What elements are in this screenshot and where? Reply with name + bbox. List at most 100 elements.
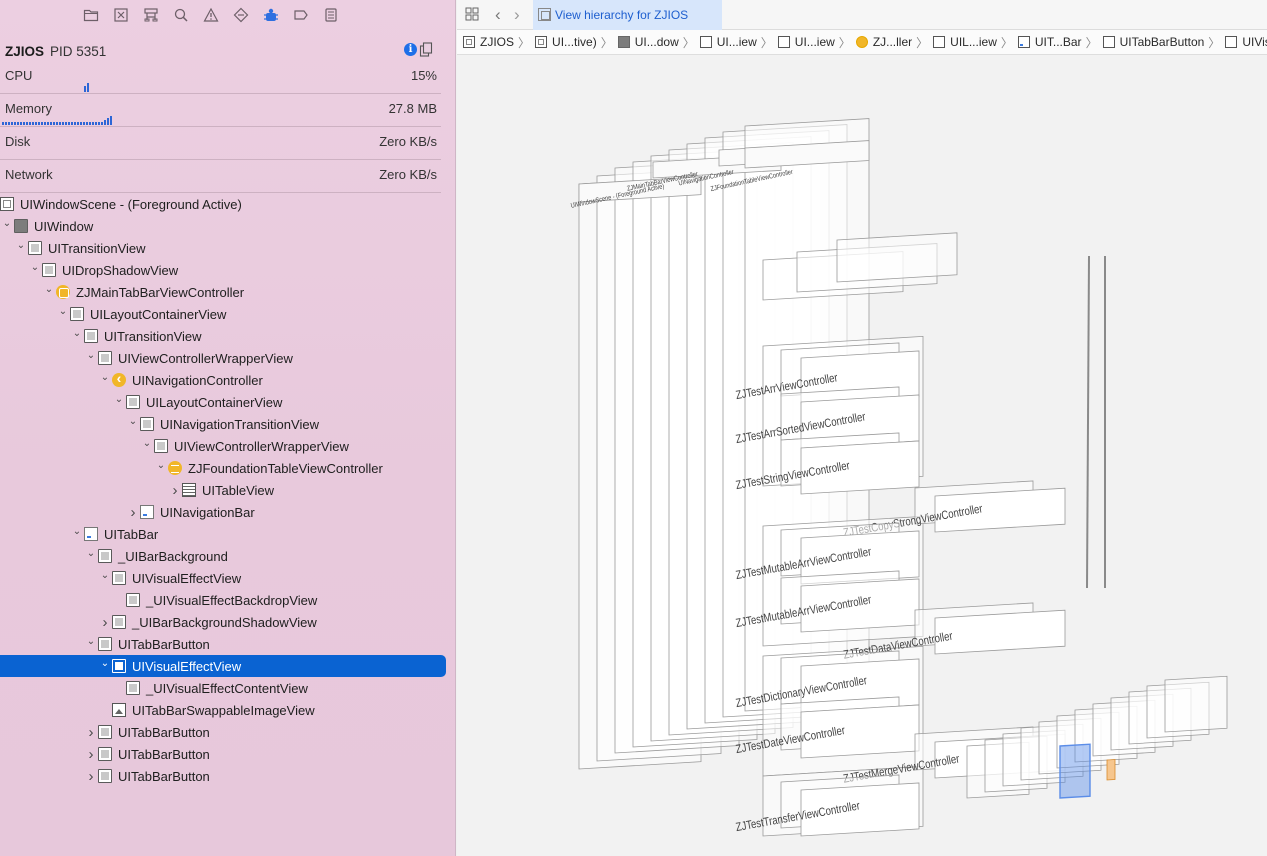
grid-icon[interactable] (465, 7, 479, 21)
tree-row[interactable]: ⌄ UINavigationController (0, 369, 446, 391)
report-icon[interactable] (316, 0, 346, 30)
tree-row[interactable]: ⌄ UINavigationTransitionView (0, 413, 446, 435)
disk-gauge[interactable]: Disk Zero KB/s (0, 127, 441, 160)
breadcrumb-item[interactable]: UI...dow (617, 35, 679, 49)
view-layer[interactable] (836, 232, 958, 283)
selected-visual-effect-view[interactable] (1059, 743, 1091, 799)
issue-icon[interactable] (196, 0, 226, 30)
chevron-down-icon[interactable]: ⌄ (42, 282, 56, 296)
symbol-icon[interactable] (136, 0, 166, 30)
info-icon[interactable]: i (404, 43, 417, 56)
tree-row[interactable]: ⌄ _UIBarBackground (0, 545, 446, 567)
tree-row[interactable]: › UITableView (0, 479, 446, 501)
source-control-icon[interactable] (106, 0, 136, 30)
chevron-right-icon[interactable]: › (84, 724, 98, 741)
chevron-down-icon[interactable]: ⌄ (70, 326, 84, 340)
breadcrumb-item[interactable]: UIVisualEffectV (1225, 35, 1267, 49)
chevron-down-icon[interactable]: ⌄ (98, 656, 112, 670)
chevron-right-icon[interactable]: › (98, 614, 112, 631)
chevron-right-icon[interactable]: › (126, 504, 140, 521)
table-cell[interactable] (934, 609, 1066, 655)
chevron-right-icon[interactable]: › (84, 768, 98, 785)
chevron-down-icon[interactable]: ⌄ (28, 260, 42, 274)
tree-row[interactable]: ⌄ UIViewControllerWrapperView (0, 347, 446, 369)
tree-row[interactable]: ⌄ UIViewControllerWrapperView (0, 435, 446, 457)
tree-row[interactable]: ⌄ ZJFoundationTableViewController (0, 457, 446, 479)
tab-view-hierarchy[interactable]: View hierarchy for ZJIOS (533, 0, 722, 30)
tab-icon-layer[interactable] (1106, 759, 1116, 781)
breadcrumb-separator: 〉 (760, 35, 773, 50)
breadcrumb-item[interactable]: UIT...Bar (1017, 35, 1082, 49)
chevron-down-icon[interactable]: ⌄ (154, 458, 168, 472)
process-header[interactable]: ZJIOS PID 5351 i (5, 42, 441, 60)
tree-row[interactable]: ⌄ UIWindow (0, 215, 446, 237)
chevron-down-icon[interactable]: ⌄ (84, 634, 98, 648)
tree-row[interactable]: › _UIBarBackgroundShadowView (0, 611, 446, 633)
tree-row[interactable]: › UITabBarButton (0, 743, 446, 765)
folder-icon[interactable] (76, 0, 106, 30)
chevron-down-icon[interactable]: ⌄ (14, 238, 28, 252)
view-debugger-canvas[interactable]: UIWindowScene - (Foreground Active) ZJMai… (457, 56, 1267, 856)
breadcrumb-item[interactable]: ZJ...ller (855, 35, 912, 49)
breadcrumb-item[interactable]: ZJIOS (463, 35, 514, 49)
memory-sparkline (2, 115, 112, 125)
export-icon[interactable] (419, 42, 433, 57)
tree-row-label: UIWindowScene - (Foreground Active) (20, 196, 242, 212)
chevron-down-icon[interactable]: ⌄ (70, 524, 84, 538)
chevron-down-icon[interactable]: ⌄ (84, 546, 98, 560)
editor-tab-bar: ‹ › View hierarchy for ZJIOS (457, 0, 1267, 30)
tree-row[interactable]: _UIVisualEffectBackdropView (0, 589, 446, 611)
tree-row[interactable]: UITabBarSwappableImageView (0, 699, 446, 721)
tree-row[interactable]: ⌄ UITabBarButton (0, 633, 446, 655)
chevron-down-icon[interactable]: ⌄ (98, 370, 112, 384)
tree-row[interactable]: _UIVisualEffectContentView (0, 677, 446, 699)
chevron-right-icon[interactable]: › (84, 746, 98, 763)
breadcrumb-item[interactable]: UI...tive) (535, 35, 597, 49)
tree-row[interactable]: ⌄ UILayoutContainerView (0, 303, 446, 325)
chevron-down-icon[interactable]: ⌄ (98, 568, 112, 582)
tree-row[interactable]: ⌄ UIDropShadowView (0, 259, 446, 281)
chevron-down-icon[interactable]: ⌄ (112, 392, 126, 406)
chevron-down-icon[interactable]: ⌄ (140, 436, 154, 450)
tree-row[interactable]: ⌄ UITabBar (0, 523, 446, 545)
tree-row[interactable]: › UINavigationBar (0, 501, 446, 523)
network-gauge[interactable]: Network Zero KB/s (0, 160, 441, 193)
tree-row[interactable]: › UITabBarButton (0, 765, 446, 787)
find-icon[interactable] (166, 0, 196, 30)
debug-icon[interactable] (256, 0, 286, 30)
breakpoint-icon[interactable] (286, 0, 316, 30)
chevron-down-icon[interactable]: ⌄ (56, 304, 70, 318)
tree-row[interactable]: ⌄ UIVisualEffectView (0, 567, 446, 589)
exploded-3d-view[interactable]: UIWindowScene - (Foreground Active)ZJMai… (457, 56, 1267, 856)
cpu-gauge[interactable]: CPU 15% (0, 61, 441, 94)
chevron-down-icon[interactable]: ⌄ (0, 216, 14, 230)
test-icon[interactable] (226, 0, 256, 30)
tree-row[interactable]: ⌄ UILayoutContainerView (0, 391, 446, 413)
tree-row[interactable]: ⌄ ZJMainTabBarViewController (0, 281, 446, 303)
chevron-down-icon[interactable]: ⌄ (126, 414, 140, 428)
view-icon (1102, 36, 1115, 48)
breadcrumb-item[interactable]: UI...iew (777, 35, 835, 49)
view-icon (154, 439, 168, 453)
breadcrumb-item[interactable]: UI...iew (699, 35, 757, 49)
breadcrumb-item[interactable]: UIL...iew (933, 35, 997, 49)
forward-icon[interactable]: › (514, 5, 520, 25)
breadcrumb-item[interactable]: UITabBarButton (1102, 35, 1204, 49)
memory-gauge[interactable]: Memory 27.8 MB (0, 94, 441, 127)
tree-row-label: _UIVisualEffectBackdropView (146, 592, 318, 608)
tree-row-label: UITabBarButton (118, 724, 210, 740)
tree-row-label: UITabBarSwappableImageView (132, 702, 315, 718)
tree-row[interactable]: › UITabBarButton (0, 721, 446, 743)
chevron-down-icon[interactable]: ⌄ (84, 348, 98, 362)
back-icon[interactable]: ‹ (495, 5, 501, 25)
tree-row[interactable]: ⌄ UITransitionView (0, 237, 446, 259)
chevron-right-icon[interactable]: › (168, 482, 182, 499)
tabbar-layer[interactable] (1164, 675, 1228, 733)
tree-row-label: _UIBarBackgroundShadowView (132, 614, 317, 630)
view-icon (98, 637, 112, 651)
tree-row[interactable]: ⌄ UITransitionView (0, 325, 446, 347)
tree-row[interactable]: UIWindowScene - (Foreground Active) (0, 193, 446, 215)
tree-row-label: UITabBarButton (118, 746, 210, 762)
tree-row[interactable]: ⌄ UIVisualEffectView (0, 655, 446, 677)
